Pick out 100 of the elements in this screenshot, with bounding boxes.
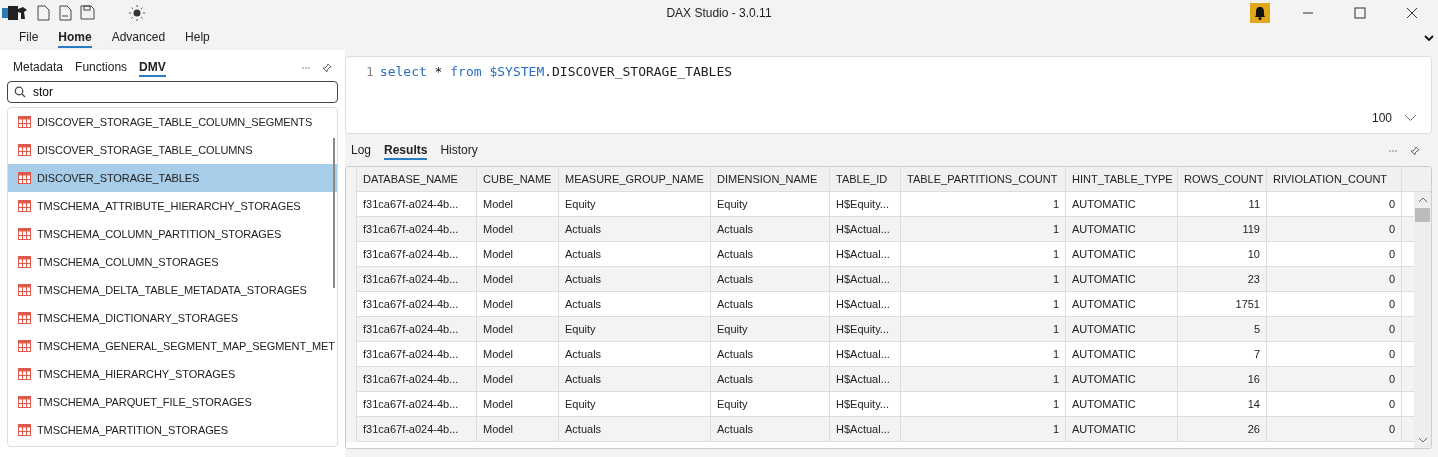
table-cell: Model	[477, 217, 559, 242]
table-cell: 23	[1178, 267, 1267, 292]
column-header[interactable]: ROWS_COUNT	[1178, 167, 1267, 192]
menu-tab[interactable]: Advanced	[111, 27, 166, 48]
menu-tab[interactable]: Home	[58, 27, 92, 48]
dmv-list-item[interactable]: TMSCHEMA_DELTA_TABLE_METADATA_STORAGES	[8, 276, 337, 304]
table-cell: Model	[477, 417, 559, 442]
table-cell: 0	[1267, 367, 1402, 392]
column-header[interactable]: RIVIOLATION_COUNT	[1267, 167, 1402, 192]
table-cell: AUTOMATIC	[1066, 417, 1178, 442]
table-cell: 5	[1178, 317, 1267, 342]
pin-icon[interactable]	[322, 63, 332, 73]
chevron-down-icon[interactable]	[1424, 35, 1434, 42]
open-file-icon[interactable]	[58, 4, 72, 21]
search-field[interactable]: stor	[7, 81, 338, 103]
dmv-list-item[interactable]: TMSCHEMA_ATTRIBUTE_HIERARCHY_STORAGES	[8, 192, 337, 220]
table-icon	[18, 396, 31, 408]
dmv-list-item[interactable]: TMSCHEMA_HIERARCHY_STORAGES	[8, 360, 337, 388]
maximize-icon[interactable]	[1354, 6, 1366, 19]
notification-bell-icon[interactable]	[1250, 2, 1270, 23]
menu-tab[interactable]: Help	[185, 27, 210, 48]
output-tab[interactable]: Results	[384, 142, 428, 160]
panel-tab[interactable]: DMV	[139, 59, 166, 77]
table-cell: 119	[1178, 217, 1267, 242]
table-icon	[18, 228, 31, 240]
table-cell: Actuals	[559, 367, 711, 392]
query-editor[interactable]: 1 select * from $SYSTEM.DISCOVER_STORAGE_TABLES 100	[345, 56, 1432, 134]
search-icon	[14, 86, 26, 98]
table-cell: Model	[477, 317, 559, 342]
column-header[interactable]: HINT_TABLE_TYPE	[1066, 167, 1178, 192]
column-header[interactable]: CUBE_NAME	[477, 167, 559, 192]
table-cell: Model	[477, 367, 559, 392]
table-icon	[18, 340, 31, 352]
table-cell: 1	[901, 267, 1066, 292]
menu-tab[interactable]: File	[19, 27, 39, 48]
column-header[interactable]: TABLE_ID	[830, 167, 901, 192]
output-tab[interactable]: History	[440, 142, 478, 160]
table-cell: 1	[901, 417, 1066, 442]
table-cell: Actuals	[711, 217, 830, 242]
table-cell: 0	[1267, 317, 1402, 342]
dmv-list-item[interactable]: DISCOVER_STORAGE_TABLE_COLUMN_SEGMENTS	[8, 108, 337, 136]
dmv-list-item[interactable]: DISCOVER_STORAGE_TABLE_COLUMNS	[8, 136, 337, 164]
table-cell: AUTOMATIC	[1066, 267, 1178, 292]
column-header[interactable]: MEASURE_GROUP_NAME	[559, 167, 711, 192]
table-cell: 0	[1267, 417, 1402, 442]
column-header[interactable]: TABLE_PARTITIONS_COUNT	[901, 167, 1066, 192]
table-cell: Actuals	[559, 267, 711, 292]
window-title: DAX Studio - 3.0.11	[666, 5, 772, 20]
panel-tab[interactable]: Functions	[75, 59, 128, 77]
table-cell: f31ca67f-a024-4b...	[357, 367, 477, 392]
dock-options-icon[interactable]	[302, 66, 310, 70]
scroll-down-icon[interactable]	[1417, 437, 1428, 443]
table-cell: H$Equity...	[830, 317, 901, 342]
table-icon	[18, 368, 31, 380]
scroll-up-icon[interactable]	[1417, 197, 1428, 203]
query-text: select * from $SYSTEM.DISCOVER_STORAGE_TABLES	[379, 64, 733, 79]
table-cell: Actuals	[559, 417, 711, 442]
dmv-list-item[interactable]: TMSCHEMA_PARTITION_STORAGES	[8, 416, 337, 444]
table-icon	[18, 200, 31, 212]
table-cell: AUTOMATIC	[1066, 217, 1178, 242]
table-cell: Model	[477, 267, 559, 292]
app-logo-icon[interactable]	[2, 4, 28, 21]
table-cell: Actuals	[559, 217, 711, 242]
table-cell: H$Actual...	[830, 217, 901, 242]
column-header[interactable]: DATABASE_NAME	[357, 167, 477, 192]
dmv-list-item[interactable]: TMSCHEMA_GENERAL_SEGMENT_MAP_SEGMENT_MET	[8, 332, 337, 360]
table-cell: Actuals	[711, 417, 830, 442]
output-tab[interactable]: Log	[351, 142, 372, 160]
new-file-icon[interactable]	[36, 4, 50, 21]
dmv-list-item[interactable]: TMSCHEMA_PARQUET_FILE_STORAGES	[8, 388, 337, 416]
table-cell: Actuals	[711, 267, 830, 292]
row-limit[interactable]: 100	[1371, 111, 1392, 125]
table-cell: 1	[901, 367, 1066, 392]
table-cell: AUTOMATIC	[1066, 317, 1178, 342]
table-cell: Equity	[711, 317, 830, 342]
table-cell: f31ca67f-a024-4b...	[357, 217, 477, 242]
dock-options-icon[interactable]	[1389, 149, 1397, 153]
table-cell: f31ca67f-a024-4b...	[357, 267, 477, 292]
save-icon[interactable]	[80, 5, 95, 20]
close-icon[interactable]	[1406, 6, 1418, 19]
table-cell: 26	[1178, 417, 1267, 442]
dmv-list-item[interactable]: TMSCHEMA_DICTIONARY_STORAGES	[8, 304, 337, 332]
table-cell: 1	[901, 217, 1066, 242]
column-header[interactable]: DIMENSION_NAME	[711, 167, 830, 192]
table-cell: AUTOMATIC	[1066, 367, 1178, 392]
line-number: 1	[366, 64, 374, 79]
table-icon	[18, 116, 31, 128]
pin-icon[interactable]	[1410, 146, 1420, 156]
table-cell: 0	[1267, 217, 1402, 242]
table-icon	[18, 312, 31, 324]
table-cell: H$Actual...	[830, 367, 901, 392]
table-icon	[18, 424, 31, 436]
table-icon	[18, 284, 31, 296]
table-cell: f31ca67f-a024-4b...	[357, 317, 477, 342]
dmv-list-item[interactable]: DISCOVER_STORAGE_TABLES	[8, 164, 337, 192]
theme-icon[interactable]	[129, 4, 145, 21]
table-cell: H$Actual...	[830, 267, 901, 292]
dmv-list-item[interactable]: TMSCHEMA_COLUMN_PARTITION_STORAGES	[8, 220, 337, 248]
dmv-list-item[interactable]: TMSCHEMA_COLUMN_STORAGES	[8, 248, 337, 276]
panel-tab[interactable]: Metadata	[13, 59, 64, 77]
